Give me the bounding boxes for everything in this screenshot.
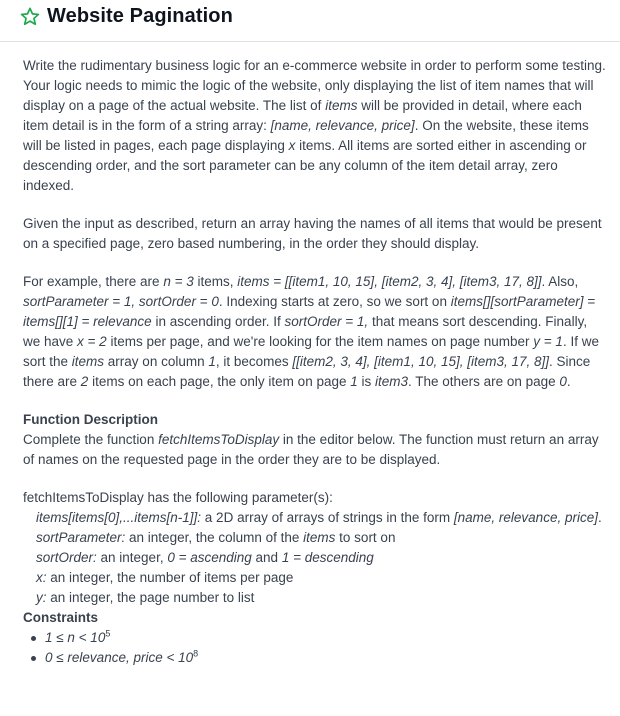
params-intro: fetchItemsToDisplay has the following pa…: [23, 490, 333, 505]
constraint-item: 1 ≤ n < 105: [23, 628, 608, 648]
task-paragraph: Given the input as described, return an …: [23, 216, 602, 251]
page-title: Website Pagination: [47, 5, 233, 27]
intro-paragraph: Write the rudimentary business logic for…: [23, 58, 606, 193]
constraints-heading: Constraints: [23, 610, 99, 625]
parameter-item: sortParameter: an integer, the column of…: [36, 530, 396, 545]
constraints-list: 1 ≤ n < 105 0 ≤ relevance, price < 108: [23, 628, 608, 668]
parameter-item: y: an integer, the page number to list: [36, 590, 255, 605]
problem-statement: Write the rudimentary business logic for…: [23, 56, 608, 668]
header-divider: [0, 41, 620, 42]
example-paragraph: For example, there are n = 3 items, item…: [23, 274, 599, 389]
problem-header: Website Pagination: [0, 0, 620, 32]
parameter-item: x: an integer, the number of items per p…: [36, 570, 294, 585]
constraint-item: 0 ≤ relevance, price < 108: [23, 648, 608, 668]
parameter-list: items[items[0],...items[n-1]]: a 2D arra…: [23, 508, 608, 608]
star-outline-icon[interactable]: [19, 6, 41, 28]
function-description-paragraph: Complete the function fetchItemsToDispla…: [23, 432, 599, 467]
function-description-heading: Function Description: [23, 412, 158, 427]
parameter-item: sortOrder: an integer, 0 = ascending and…: [36, 550, 374, 565]
parameter-item: items[items[0],...items[n-1]]: a 2D arra…: [36, 510, 602, 525]
